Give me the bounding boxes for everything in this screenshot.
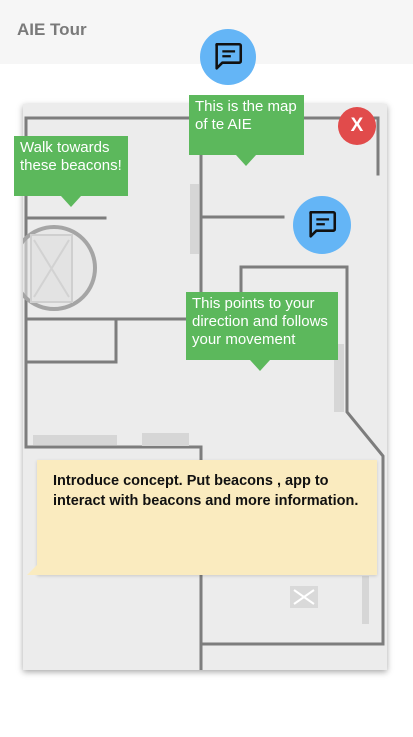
chat-button-map[interactable] [200,29,256,85]
tooltip-map-text: This is the map of te AIE [195,98,297,133]
info-note-text: Introduce concept. Put beacons , app to … [53,473,359,509]
close-button[interactable]: X [338,107,376,145]
app-title: AIE Tour [17,20,87,39]
info-note: Introduce concept. Put beacons , app to … [27,460,377,575]
tooltip-beacons-text: Walk towards these beacons! [20,139,122,174]
tooltip-direction-text: This points to your direction and follow… [192,295,328,348]
tooltip-direction: This points to your direction and follow… [186,292,338,371]
chat-bubble-icon [309,210,337,238]
chat-button-direction[interactable] [293,196,351,254]
tooltip-map: This is the map of te AIE [189,95,304,166]
beacon-target-circle[interactable] [23,225,97,311]
chat-bubble-icon [215,42,243,70]
beacon-placeholder-icon [290,586,318,608]
close-icon: X [350,115,364,136]
tooltip-beacons: Walk towards these beacons! [14,136,128,207]
